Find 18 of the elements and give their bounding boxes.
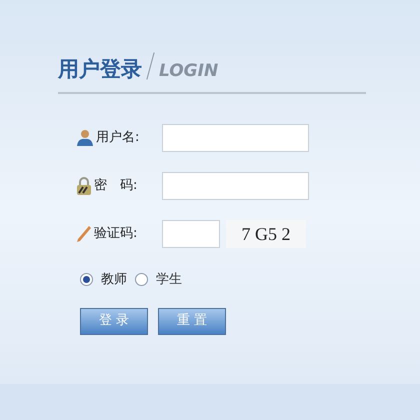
reset-button[interactable]: 重 置	[158, 308, 226, 334]
captcha-field[interactable]	[162, 220, 220, 248]
radio-button[interactable]	[135, 273, 148, 286]
password-field[interactable]	[162, 172, 309, 200]
login-subtitle: LOGIN	[159, 63, 218, 80]
lock-icon	[76, 177, 92, 195]
radio-label: 学生	[156, 271, 182, 289]
field-label: 密 码:	[94, 177, 138, 196]
radio-button[interactable]	[80, 273, 93, 286]
radio-label: 教师	[101, 271, 127, 289]
captcha-image: 7 G5 2	[226, 220, 306, 248]
user-icon	[76, 129, 94, 147]
field-label: 用户名:	[96, 129, 140, 148]
username-field[interactable]	[162, 124, 309, 152]
login-title: 用户登录	[58, 59, 142, 80]
pencil-icon	[76, 225, 92, 243]
login-button[interactable]: 登 录	[80, 308, 148, 334]
field-label: 验证码:	[94, 225, 138, 244]
